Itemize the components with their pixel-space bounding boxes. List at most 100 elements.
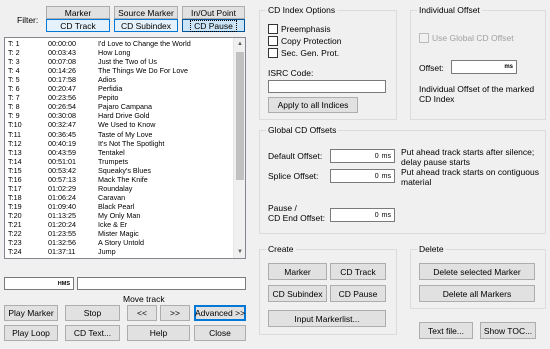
use-global-offset-checkbox[interactable]	[419, 33, 429, 43]
track-id: T:17	[8, 183, 22, 193]
track-id: T:14	[8, 156, 22, 166]
track-title: Taste of My Love	[98, 129, 153, 139]
filter-cd-subindex-button[interactable]: CD Subindex	[114, 19, 178, 32]
delete-all-markers-button[interactable]: Delete all Markers	[419, 285, 535, 302]
list-item[interactable]: T:23 01:32:56 A Story Untold	[5, 239, 233, 247]
sec-gen-prot-checkbox[interactable]	[268, 48, 278, 58]
list-item[interactable]: T: 9 00:30:08 Hard Drive Gold	[5, 112, 233, 120]
preemphasis-checkbox[interactable]	[268, 24, 278, 34]
list-item[interactable]: T: 3 00:07:08 Just the Two of Us	[5, 58, 233, 66]
create-cd-pause-button[interactable]: CD Pause	[330, 285, 386, 302]
list-item[interactable]: T: 4 00:14:26 The Things We Do For Love	[5, 67, 233, 75]
track-id: T:15	[8, 165, 22, 175]
filter-source-marker-button[interactable]: Source Marker	[114, 6, 178, 19]
pause-offset-input[interactable]: 0 ms	[330, 208, 395, 222]
show-toc-button[interactable]: Show TOC...	[480, 322, 536, 339]
input-markerlist-label: Input Markerlist...	[294, 313, 360, 324]
track-time: 00:17:58	[48, 75, 76, 85]
pause-offset-label-line1: Pause /	[268, 203, 297, 213]
create-cd-track-button[interactable]: CD Track	[330, 263, 386, 280]
list-item[interactable]: T:17 01:02:29 Roundalay	[5, 185, 233, 193]
list-item[interactable]: T:12 00:40:19 It's Not The Spotlight	[5, 138, 233, 148]
list-item[interactable]: T: 1 00:00:00 I'd Love to Change the World	[5, 40, 233, 48]
isrc-input[interactable]	[268, 80, 386, 93]
move-track-next-button[interactable]: >>	[160, 305, 190, 321]
track-title: Pajaro Campana	[98, 102, 152, 112]
pause-offset-label-line2: CD End Offset:	[268, 213, 326, 223]
use-global-offset-label: Use Global CD Offset	[432, 33, 514, 43]
apply-to-all-indices-button[interactable]: Apply to all Indices	[268, 97, 358, 113]
scrollbar-thumb[interactable]	[236, 52, 244, 180]
list-item[interactable]: T:11 00:36:45 Taste of My Love	[5, 129, 233, 139]
advanced-button[interactable]: Advanced >>	[194, 305, 246, 321]
play-loop-button[interactable]: Play Loop	[4, 325, 58, 341]
input-markerlist-button[interactable]: Input Markerlist...	[268, 310, 386, 327]
create-marker-button[interactable]: Marker	[268, 263, 327, 280]
delete-selected-marker-button[interactable]: Delete selected Marker	[419, 263, 535, 280]
filter-inout-point-button[interactable]: In/Out Point	[182, 6, 245, 19]
play-marker-button[interactable]: Play Marker	[4, 305, 58, 321]
splice-offset-value: 0	[374, 172, 379, 180]
list-item[interactable]: T:15 00:53:42 Squeaky's Blues	[5, 167, 233, 175]
create-cd-subindex-button[interactable]: CD Subindex	[268, 285, 327, 302]
text-file-label: Text file...	[428, 325, 464, 336]
text-file-button[interactable]: Text file...	[419, 322, 473, 339]
list-item[interactable]: T:18 01:06:24 Caravan	[5, 194, 233, 202]
list-item[interactable]: T: 6 00:20:47 Perfidia	[5, 85, 233, 93]
track-id: T: 9	[8, 111, 20, 121]
track-title: Hard Drive Gold	[98, 111, 150, 121]
close-button[interactable]: Close	[194, 325, 246, 341]
delete-all-label: Delete all Markers	[442, 288, 512, 299]
track-title: Icke & Er	[98, 220, 128, 229]
list-item[interactable]: T:24 01:37:11 Jump	[5, 248, 233, 256]
list-item[interactable]: T:20 01:13:25 My Only Man	[5, 212, 233, 220]
cd-text-button[interactable]: CD Text...	[65, 325, 120, 341]
time-input[interactable]: HMS	[4, 277, 74, 290]
play-loop-label: Play Loop	[12, 328, 50, 338]
list-item[interactable]: T: 5 00:17:58 Adios	[5, 76, 233, 84]
track-time: 00:14:26	[48, 66, 76, 76]
prev-label: <<	[137, 308, 147, 318]
list-item[interactable]: T: 7 00:23:56 Pepito	[5, 94, 233, 102]
default-offset-input[interactable]: 0 ms	[330, 149, 395, 163]
list-item[interactable]: T: 8 00:26:54 Pajaro Campana	[5, 103, 233, 111]
track-time: 01:06:24	[48, 192, 76, 202]
list-item[interactable]: T:13 00:43:59 Tentakel	[5, 148, 233, 157]
default-offset-unit: ms	[381, 152, 391, 160]
track-title: We Used to Know	[98, 120, 156, 130]
stop-button[interactable]: Stop	[65, 305, 120, 321]
scroll-up-icon[interactable]: ▲	[234, 38, 245, 50]
track-id: T: 7	[8, 93, 20, 103]
track-time: 00:32:47	[48, 120, 76, 130]
filter-cd-pause-button[interactable]: CD Pause	[182, 19, 245, 32]
scroll-down-icon[interactable]: ▼	[234, 246, 245, 258]
splice-offset-label: Splice Offset:	[268, 171, 319, 181]
list-item[interactable]: T:22 01:23:55 Mister Magic	[5, 230, 233, 238]
marker-name-input[interactable]	[77, 277, 246, 290]
track-time: 00:51:01	[48, 156, 76, 166]
track-time: 00:26:54	[48, 102, 76, 112]
track-id: T: 8	[8, 102, 20, 112]
copy-protection-checkbox[interactable]	[268, 36, 278, 46]
track-title: Adios	[98, 75, 116, 85]
track-title: Black Pearl	[98, 201, 135, 211]
splice-offset-input[interactable]: 0 ms	[330, 169, 395, 183]
list-item[interactable]: T:21 01:20:24 Icke & Er	[5, 221, 233, 229]
list-item[interactable]: T:14 00:51:01 Trumpets	[5, 158, 233, 166]
track-time: 01:20:24	[48, 220, 76, 229]
list-item[interactable]: T:19 01:09:40 Black Pearl	[5, 203, 233, 211]
marker-list[interactable]: T: 1 00:00:00 I'd Love to Change the World…	[4, 37, 246, 259]
preemphasis-label: Preemphasis	[281, 24, 331, 34]
filter-cd-track-button[interactable]: CD Track	[46, 19, 110, 32]
list-item[interactable]: T:10 00:32:47 We Used to Know	[5, 121, 233, 129]
list-scrollbar[interactable]: ▲ ▼	[233, 38, 245, 258]
list-item[interactable]: T:16 00:57:13 Mack The Knife	[5, 176, 233, 184]
filter-marker-button[interactable]: Marker	[46, 6, 110, 19]
next-label: >>	[170, 308, 180, 318]
list-item[interactable]: T: 2 00:03:43 How Long	[5, 49, 233, 57]
help-button[interactable]: Help	[127, 325, 190, 341]
track-time: 01:02:29	[48, 183, 76, 193]
track-id: T:12	[8, 138, 22, 148]
individual-offset-input[interactable]: ms	[451, 60, 517, 74]
move-track-prev-button[interactable]: <<	[127, 305, 157, 321]
